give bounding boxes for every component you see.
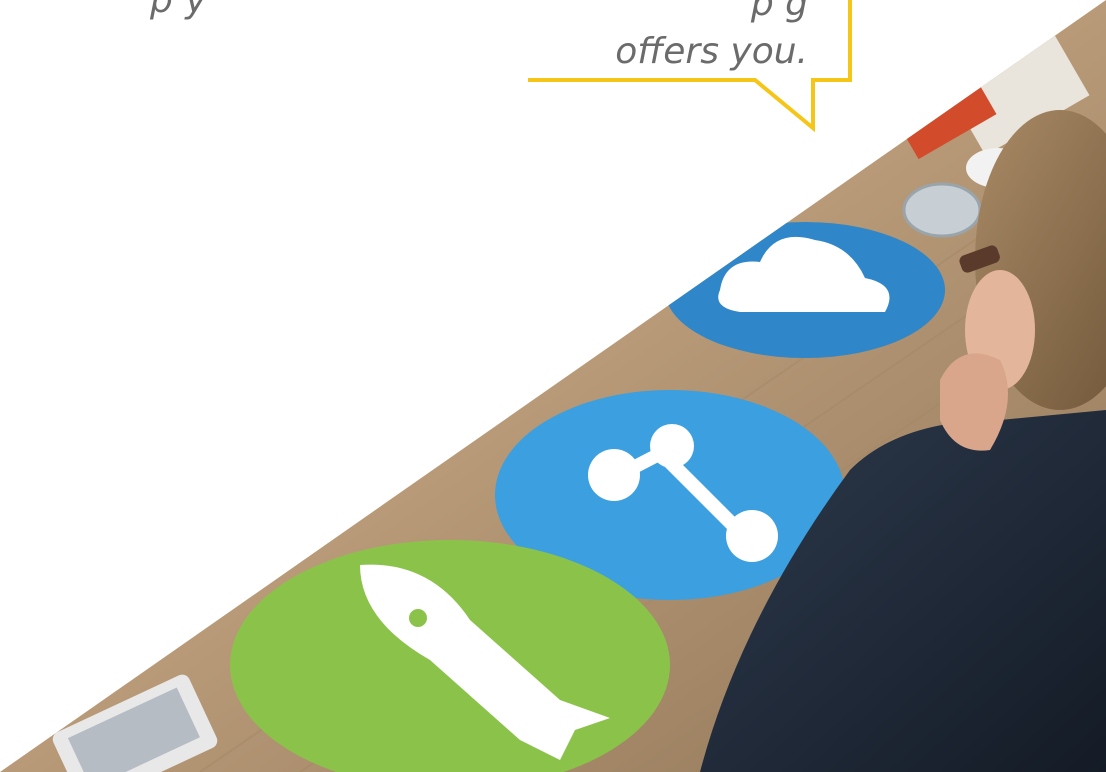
clip-holder xyxy=(902,182,982,238)
quote-last-line: offers you. xyxy=(615,31,808,72)
quote-line-fragment-left: p y xyxy=(150,0,208,21)
quote-line-fragment-right: p g xyxy=(750,0,808,24)
hero-photo-svg xyxy=(0,0,1106,772)
page: p y p g offers you. xyxy=(0,0,1106,772)
quote-text: p g offers you. xyxy=(615,0,808,76)
hero-photo xyxy=(0,0,1106,772)
